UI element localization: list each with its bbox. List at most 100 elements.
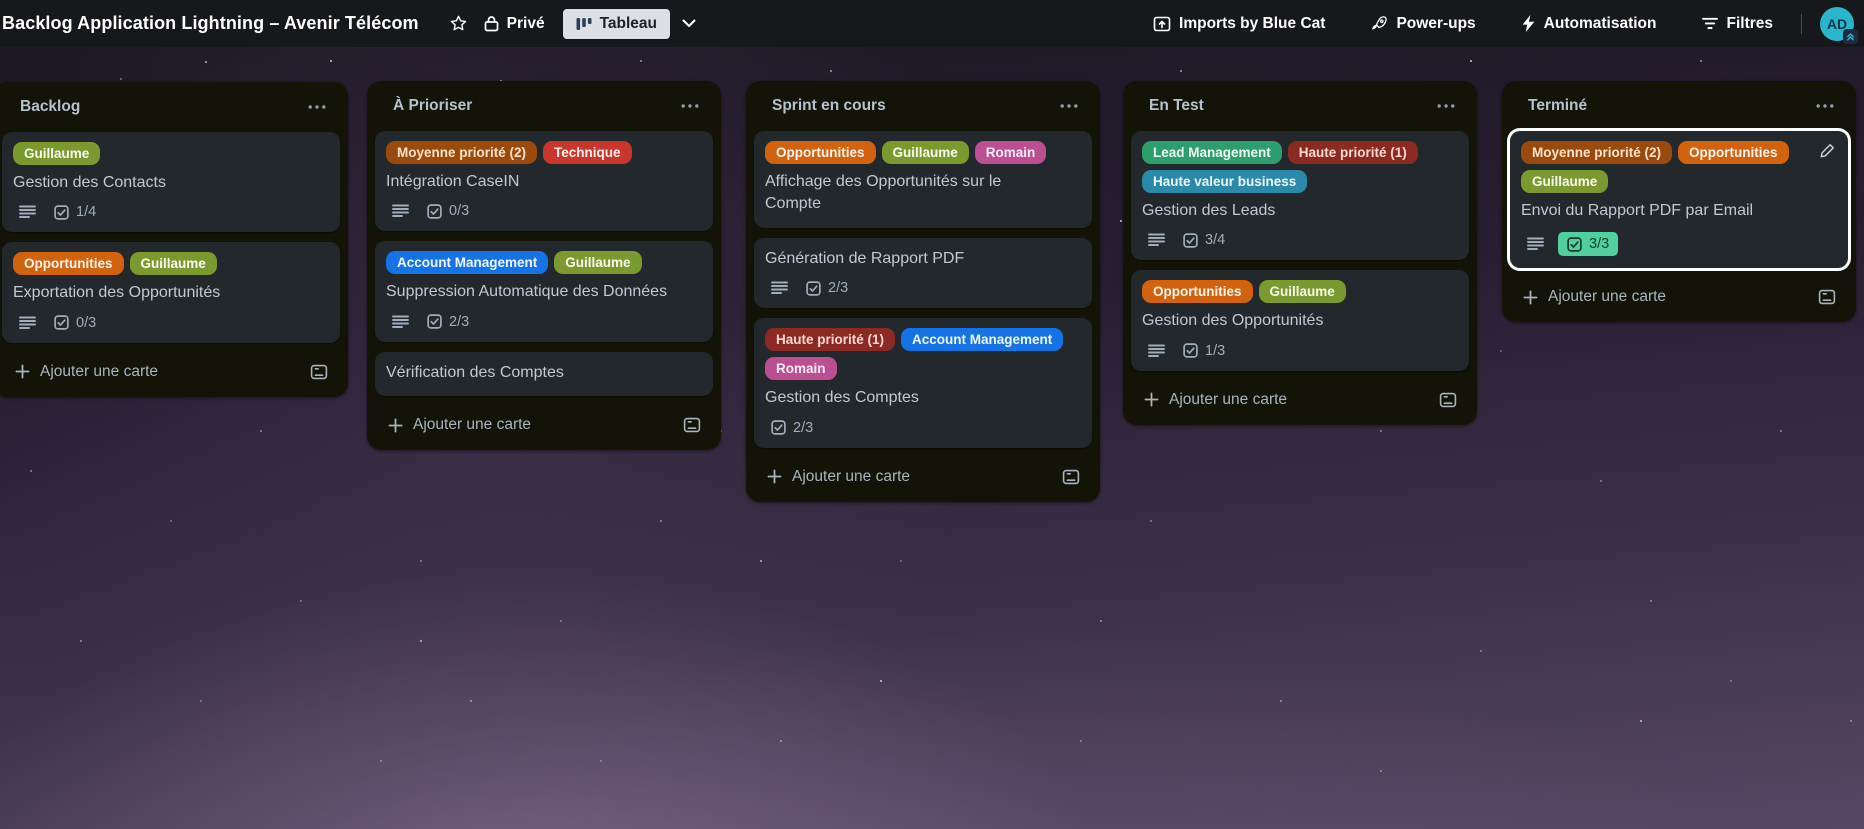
card[interactable]: Opportunities Guillaume Exportation des … [2,242,340,343]
checklist-badge: 1/3 [1183,343,1225,359]
view-dropdown-button[interactable] [676,13,702,34]
card-template-icon [1818,289,1836,305]
badge-row: 0/3 [19,315,329,331]
badge-row: 3/4 [1148,232,1458,248]
card[interactable]: Account Management Guillaume Suppression… [375,241,713,342]
card-template-button[interactable] [1058,465,1084,489]
checklist-badge: 1/4 [54,204,96,220]
automation-button[interactable]: Automatisation [1514,9,1665,39]
card-label: Account Management [901,328,1064,352]
plus-icon [1144,392,1159,407]
label-row: Moyenne priorité (2) Opportunities Guill… [1521,141,1837,193]
list-menu-button[interactable] [673,98,707,114]
imports-label: Imports by Blue Cat [1179,14,1326,32]
card-title: Gestion des Leads [1142,202,1276,219]
description-icon [392,315,409,329]
power-ups-button[interactable]: Power-ups [1363,9,1483,39]
checklist-badge: 2/3 [806,280,848,296]
filters-button[interactable]: Filtres [1694,9,1781,39]
card[interactable]: Guillaume Gestion des Contacts 1/4 [2,132,340,233]
list-footer: Ajouter une carte [375,406,713,442]
add-card-label: Ajouter une carte [1169,390,1288,408]
card[interactable]: Opportunities Guillaume Gestion des Oppo… [1131,270,1469,371]
card-list: Lead Management Haute priorité (1) Haute… [1131,131,1469,371]
description-icon [771,281,788,295]
card-template-button[interactable] [306,360,332,384]
description-icon [1148,344,1165,358]
card-label: Opportunities [1678,141,1789,164]
card-title: Suppression Automatique des Données [386,283,668,301]
card-focused[interactable]: Moyenne priorité (2) Opportunities Guill… [1510,131,1848,269]
description-icon [392,204,409,218]
add-card-label: Ajouter une carte [413,416,532,434]
trello-board-screen: Backlog Application Lightning – Avenir T… [0,0,1864,829]
ellipsis-icon [1437,104,1455,108]
list-title: À Prioriser [393,97,473,114]
visibility-button[interactable]: Privé [476,9,553,39]
badge-row: 1/4 [19,204,329,220]
card[interactable]: Lead Management Haute priorité (1) Haute… [1131,131,1469,261]
header-actions: Imports by Blue Cat Power-ups Automatisa… [1145,6,1858,44]
checklist-count: 1/4 [76,204,97,221]
chevron-down-icon [682,19,696,28]
card-template-button[interactable] [1435,388,1461,412]
card-label: Romain [765,357,837,381]
list-header: Backlog [2,90,340,132]
double-chevron-up-icon [1843,28,1858,44]
card-template-icon [1062,469,1080,485]
edit-card-button[interactable] [1817,140,1838,161]
card[interactable]: Génération de Rapport PDF 2/3 [754,237,1092,309]
checklist-badge-done: 3/3 [1558,232,1619,257]
list-backlog: Backlog Guillaume Gestion des Contacts 1… [0,82,348,397]
automation-label: Automatisation [1543,14,1657,32]
card-list: Moyenne priorité (2) Technique Intégrati… [375,131,713,397]
card[interactable]: Moyenne priorité (2) Technique Intégrati… [375,131,713,232]
card-label: Guillaume [1258,280,1346,304]
avatar[interactable]: AD [1820,6,1858,44]
card-label: Guillaume [554,251,642,275]
list-sprint-en-cours: Sprint en cours Opportunities Guillaume … [746,81,1100,502]
card-label: Opportunities [13,252,124,276]
card-template-button[interactable] [1814,285,1840,309]
card[interactable]: Vérification des Comptes [375,351,713,397]
checklist-badge: 0/3 [54,315,96,331]
add-card-button[interactable]: Ajouter une carte [1144,391,1287,409]
rocket-icon [1371,15,1388,32]
card-template-icon [1439,392,1457,408]
add-card-button[interactable]: Ajouter une carte [15,363,158,381]
plus-icon [767,469,782,484]
checklist-badge: 3/4 [1183,232,1225,248]
star-board-button[interactable] [441,8,476,39]
checklist-count: 2/3 [828,280,849,297]
list-menu-button[interactable] [300,99,334,115]
ellipsis-icon [1816,104,1834,108]
list-header: Terminé [1510,89,1848,131]
card[interactable]: Opportunities Guillaume Romain Affichage… [754,131,1092,228]
checklist-icon [54,315,69,331]
ellipsis-icon [1060,104,1078,108]
pencil-icon [1820,143,1835,158]
list-menu-button[interactable] [1429,98,1463,114]
list-a-prioriser: À Prioriser Moyenne priorité (2) Techniq… [367,81,721,451]
list-menu-button[interactable] [1808,98,1842,114]
plus-icon [388,418,403,433]
card-title: Envoi du Rapport PDF par Email [1521,202,1754,219]
imports-button[interactable]: Imports by Blue Cat [1145,9,1333,39]
view-switcher-button[interactable]: Tableau [562,8,670,39]
card[interactable]: Haute priorité (1) Account Management Ro… [754,318,1092,448]
checklist-count: 2/3 [793,419,814,436]
card-label: Opportunities [765,141,876,164]
add-card-button[interactable]: Ajouter une carte [767,468,910,486]
add-card-button[interactable]: Ajouter une carte [1523,288,1666,306]
list-menu-button[interactable] [1052,98,1086,114]
visibility-label: Privé [506,14,545,32]
card-label: Technique [543,141,632,164]
filters-label: Filtres [1726,14,1773,32]
add-card-button[interactable]: Ajouter une carte [388,416,531,434]
card-template-icon [310,364,328,380]
lock-icon [484,15,499,32]
card-template-button[interactable] [679,413,705,437]
checklist-icon [1567,237,1582,252]
list-footer: Ajouter une carte [2,353,340,389]
card-list: Moyenne priorité (2) Opportunities Guill… [1510,131,1848,269]
